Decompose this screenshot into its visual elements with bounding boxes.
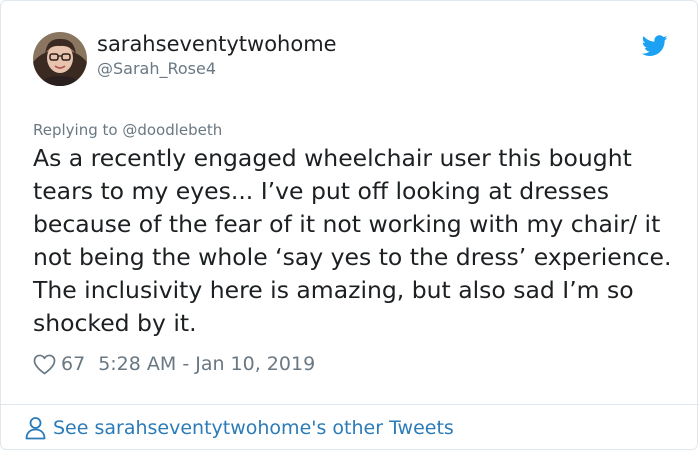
like-button[interactable]: 67 xyxy=(33,353,85,375)
twitter-bird-icon[interactable] xyxy=(642,35,668,57)
avatar-image xyxy=(33,32,87,86)
user-handle[interactable]: @Sarah_Rose4 xyxy=(97,59,216,78)
see-other-tweets-label: See sarahseventytwohome's other Tweets xyxy=(53,417,454,439)
tweet-text: As a recently engaged wheelchair user th… xyxy=(33,142,673,340)
avatar[interactable] xyxy=(33,32,87,86)
person-icon xyxy=(25,417,46,440)
tweet-meta: 67 5:28 AM - Jan 10, 2019 xyxy=(33,351,315,377)
heart-icon xyxy=(33,354,56,374)
replying-to-link[interactable]: @doodlebeth xyxy=(122,121,222,139)
embedded-tweet-card: sarahseventytwohome @Sarah_Rose4 Replyin… xyxy=(0,0,699,450)
replying-to-label: Replying to xyxy=(33,121,118,139)
see-other-tweets-link[interactable]: See sarahseventytwohome's other Tweets xyxy=(25,415,454,441)
timestamp[interactable]: 5:28 AM - Jan 10, 2019 xyxy=(98,353,315,375)
like-count: 67 xyxy=(61,353,86,375)
display-name[interactable]: sarahseventytwohome xyxy=(97,32,337,56)
tweet-body: As a recently engaged wheelchair user th… xyxy=(33,144,672,337)
divider xyxy=(1,404,699,405)
replying-to-line: Replying to @doodlebeth xyxy=(33,121,222,139)
